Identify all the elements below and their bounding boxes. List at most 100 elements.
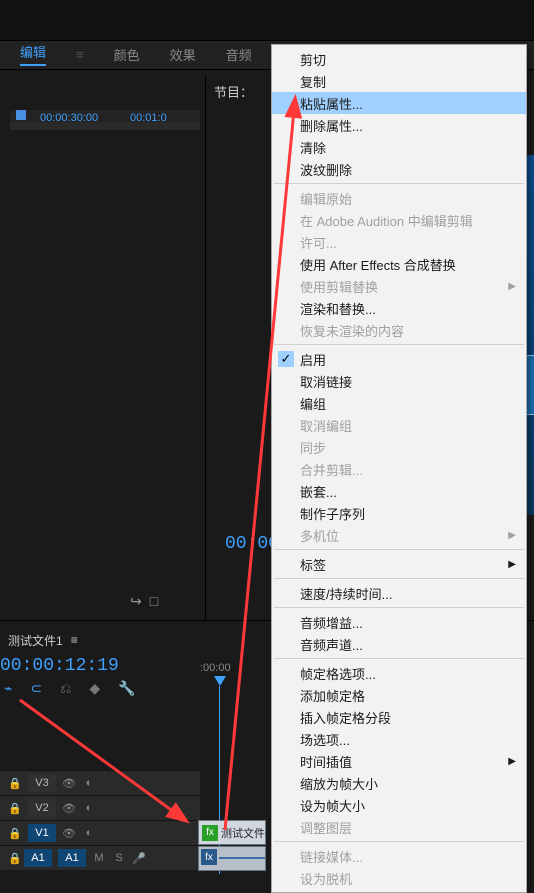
menu-item[interactable]: 时间插值▶ bbox=[272, 750, 526, 772]
menu-item-label: 取消编组 bbox=[300, 416, 352, 435]
menu-item-label: 时间插值 bbox=[300, 752, 352, 771]
share-icon[interactable]: □ bbox=[150, 593, 158, 610]
playhead-icon[interactable] bbox=[214, 676, 226, 686]
menu-item: 取消编组 bbox=[272, 414, 526, 436]
fx-badge-icon: fx bbox=[202, 825, 218, 841]
timeline-timecode[interactable]: 00:00:12:19 bbox=[0, 656, 119, 676]
lock-icon[interactable]: 🔒 bbox=[8, 827, 22, 840]
menu-item[interactable]: 场选项... bbox=[272, 728, 526, 750]
menu-item-label: 制作子序列 bbox=[300, 504, 365, 523]
menu-item[interactable]: 复制 bbox=[272, 70, 526, 92]
toggle-icon[interactable]: ◐ bbox=[82, 777, 96, 789]
link-icon[interactable]: ⊂ bbox=[30, 680, 42, 697]
menu-item[interactable]: 清除 bbox=[272, 136, 526, 158]
sequence-menu-icon[interactable]: ≡ bbox=[71, 633, 78, 647]
menu-item[interactable]: 粘贴属性... bbox=[272, 92, 526, 114]
menu-item[interactable]: 剪切 bbox=[272, 48, 526, 70]
menu-item[interactable]: 添加帧定格 bbox=[272, 684, 526, 706]
menu-item[interactable]: 速度/持续时间... bbox=[272, 582, 526, 604]
video-clip[interactable]: fx 测试文件 bbox=[198, 820, 266, 845]
track-label-a1[interactable]: A1 bbox=[58, 849, 86, 867]
eye-icon[interactable]: 👁 bbox=[62, 777, 76, 790]
tab-menu-icon[interactable]: ≡ bbox=[76, 47, 84, 62]
menu-item[interactable]: 编组 bbox=[272, 392, 526, 414]
menu-item-label: 设为帧大小 bbox=[300, 796, 365, 815]
snap-icon[interactable]: ⌁ bbox=[4, 680, 12, 697]
menu-item[interactable]: 帧定格选项... bbox=[272, 662, 526, 684]
sequence-tab[interactable]: 测试文件1 ≡ bbox=[8, 628, 78, 652]
menu-item-label: 音频增益... bbox=[300, 613, 363, 632]
eye-icon[interactable]: 👁 bbox=[62, 827, 76, 840]
chevron-right-icon: ▶ bbox=[508, 559, 516, 570]
track-label-v3[interactable]: V3 bbox=[28, 774, 56, 792]
menu-item-label: 合并剪辑... bbox=[300, 460, 363, 479]
wrench-icon[interactable]: 🔧 bbox=[118, 680, 135, 697]
playhead-handle[interactable] bbox=[16, 110, 26, 120]
ruler-tick: :00:00 bbox=[200, 662, 231, 674]
solo-icon[interactable]: S bbox=[112, 852, 126, 864]
context-menu: 剪切复制粘贴属性...删除属性...清除波纹删除编辑原始在 Adobe Audi… bbox=[271, 44, 527, 893]
menu-item-label: 恢复未渲染的内容 bbox=[300, 321, 404, 340]
marker-tool-icon[interactable]: ◆ bbox=[89, 680, 100, 697]
menu-item: 恢复未渲染的内容 bbox=[272, 319, 526, 341]
menu-item-label: 在 Adobe Audition 中编辑剪辑 bbox=[300, 211, 473, 230]
menu-item-label: 取消链接 bbox=[300, 372, 352, 391]
menu-item[interactable]: 标签 ▶ bbox=[272, 553, 526, 575]
track-v3[interactable]: 🔒 V3 👁 ◐ bbox=[0, 770, 200, 795]
chevron-right-icon: ▶ bbox=[508, 530, 516, 541]
audio-clip[interactable]: fx bbox=[198, 846, 266, 871]
tab-effects[interactable]: 效果 bbox=[170, 45, 196, 64]
track-v1[interactable]: 🔒 V1 👁 ◐ bbox=[0, 820, 200, 845]
menu-item[interactable]: 嵌套... bbox=[272, 480, 526, 502]
marker-icon[interactable]: ⎌ bbox=[60, 680, 71, 697]
eye-icon[interactable]: 👁 bbox=[62, 802, 76, 815]
lock-icon[interactable]: 🔒 bbox=[8, 802, 22, 815]
track-label-v1[interactable]: V1 bbox=[28, 824, 56, 842]
menu-item[interactable]: 使用 After Effects 合成替换 bbox=[272, 253, 526, 275]
menu-item-label: 复制 bbox=[300, 72, 326, 91]
menu-item: 在 Adobe Audition 中编辑剪辑 bbox=[272, 209, 526, 231]
menu-item: 合并剪辑... bbox=[272, 458, 526, 480]
menu-item: 同步 bbox=[272, 436, 526, 458]
mic-icon[interactable]: 🎤 bbox=[132, 852, 146, 865]
menu-item-label: 标签 bbox=[300, 555, 326, 574]
menu-item[interactable]: 渲染和替换... bbox=[272, 297, 526, 319]
tab-color[interactable]: 颜色 bbox=[114, 45, 140, 64]
menu-item[interactable]: 缩放为帧大小 bbox=[272, 772, 526, 794]
menu-item-label: 删除属性... bbox=[300, 116, 363, 135]
track-a1[interactable]: 🔒 A1 A1 M S 🎤 bbox=[0, 845, 200, 870]
menu-item[interactable]: 删除属性... bbox=[272, 114, 526, 136]
lock-icon[interactable]: 🔒 bbox=[8, 852, 22, 865]
track-v2[interactable]: 🔒 V2 👁 ◐ bbox=[0, 795, 200, 820]
menu-item-label: 粘贴属性... bbox=[300, 94, 363, 113]
menu-item-label: 嵌套... bbox=[300, 482, 337, 501]
toggle-icon[interactable]: ◐ bbox=[82, 827, 96, 839]
menu-item[interactable]: 设为帧大小 bbox=[272, 794, 526, 816]
menu-item[interactable]: ✓启用 bbox=[272, 348, 526, 370]
menu-item-label: 同步 bbox=[300, 438, 326, 457]
menu-item-label: 启用 bbox=[300, 350, 326, 369]
mute-icon[interactable]: M bbox=[92, 852, 106, 864]
menu-item[interactable]: 制作子序列 bbox=[272, 502, 526, 524]
track-target-a1[interactable]: A1 bbox=[24, 849, 52, 867]
track-label-v2[interactable]: V2 bbox=[28, 799, 56, 817]
menu-item-label: 链接媒体... bbox=[300, 847, 363, 866]
export-icon[interactable]: ↪ bbox=[130, 593, 142, 610]
menu-item-label: 波纹删除 bbox=[300, 160, 352, 179]
menu-item-label: 渲染和替换... bbox=[300, 299, 376, 318]
toggle-icon[interactable]: ◐ bbox=[82, 802, 96, 814]
menu-item-label: 使用剪辑替换 bbox=[300, 277, 378, 296]
menu-item[interactable]: 音频增益... bbox=[272, 611, 526, 633]
menu-item-label: 添加帧定格 bbox=[300, 686, 365, 705]
waveform bbox=[219, 857, 265, 859]
lock-icon[interactable]: 🔒 bbox=[8, 777, 22, 790]
source-ruler[interactable]: 00:00:30:00 00:01:0 bbox=[10, 110, 200, 130]
menu-item[interactable]: 音频声道... bbox=[272, 633, 526, 655]
timeline-tools: ⌁ ⊂ ⎌ ◆ 🔧 bbox=[4, 680, 136, 697]
menu-item[interactable]: 波纹删除 bbox=[272, 158, 526, 180]
tab-audio[interactable]: 音频 bbox=[226, 45, 252, 64]
menu-item[interactable]: 插入帧定格分段 bbox=[272, 706, 526, 728]
menu-item: 许可... bbox=[272, 231, 526, 253]
tab-edit[interactable]: 编辑 bbox=[20, 42, 46, 66]
menu-item[interactable]: 取消链接 bbox=[272, 370, 526, 392]
